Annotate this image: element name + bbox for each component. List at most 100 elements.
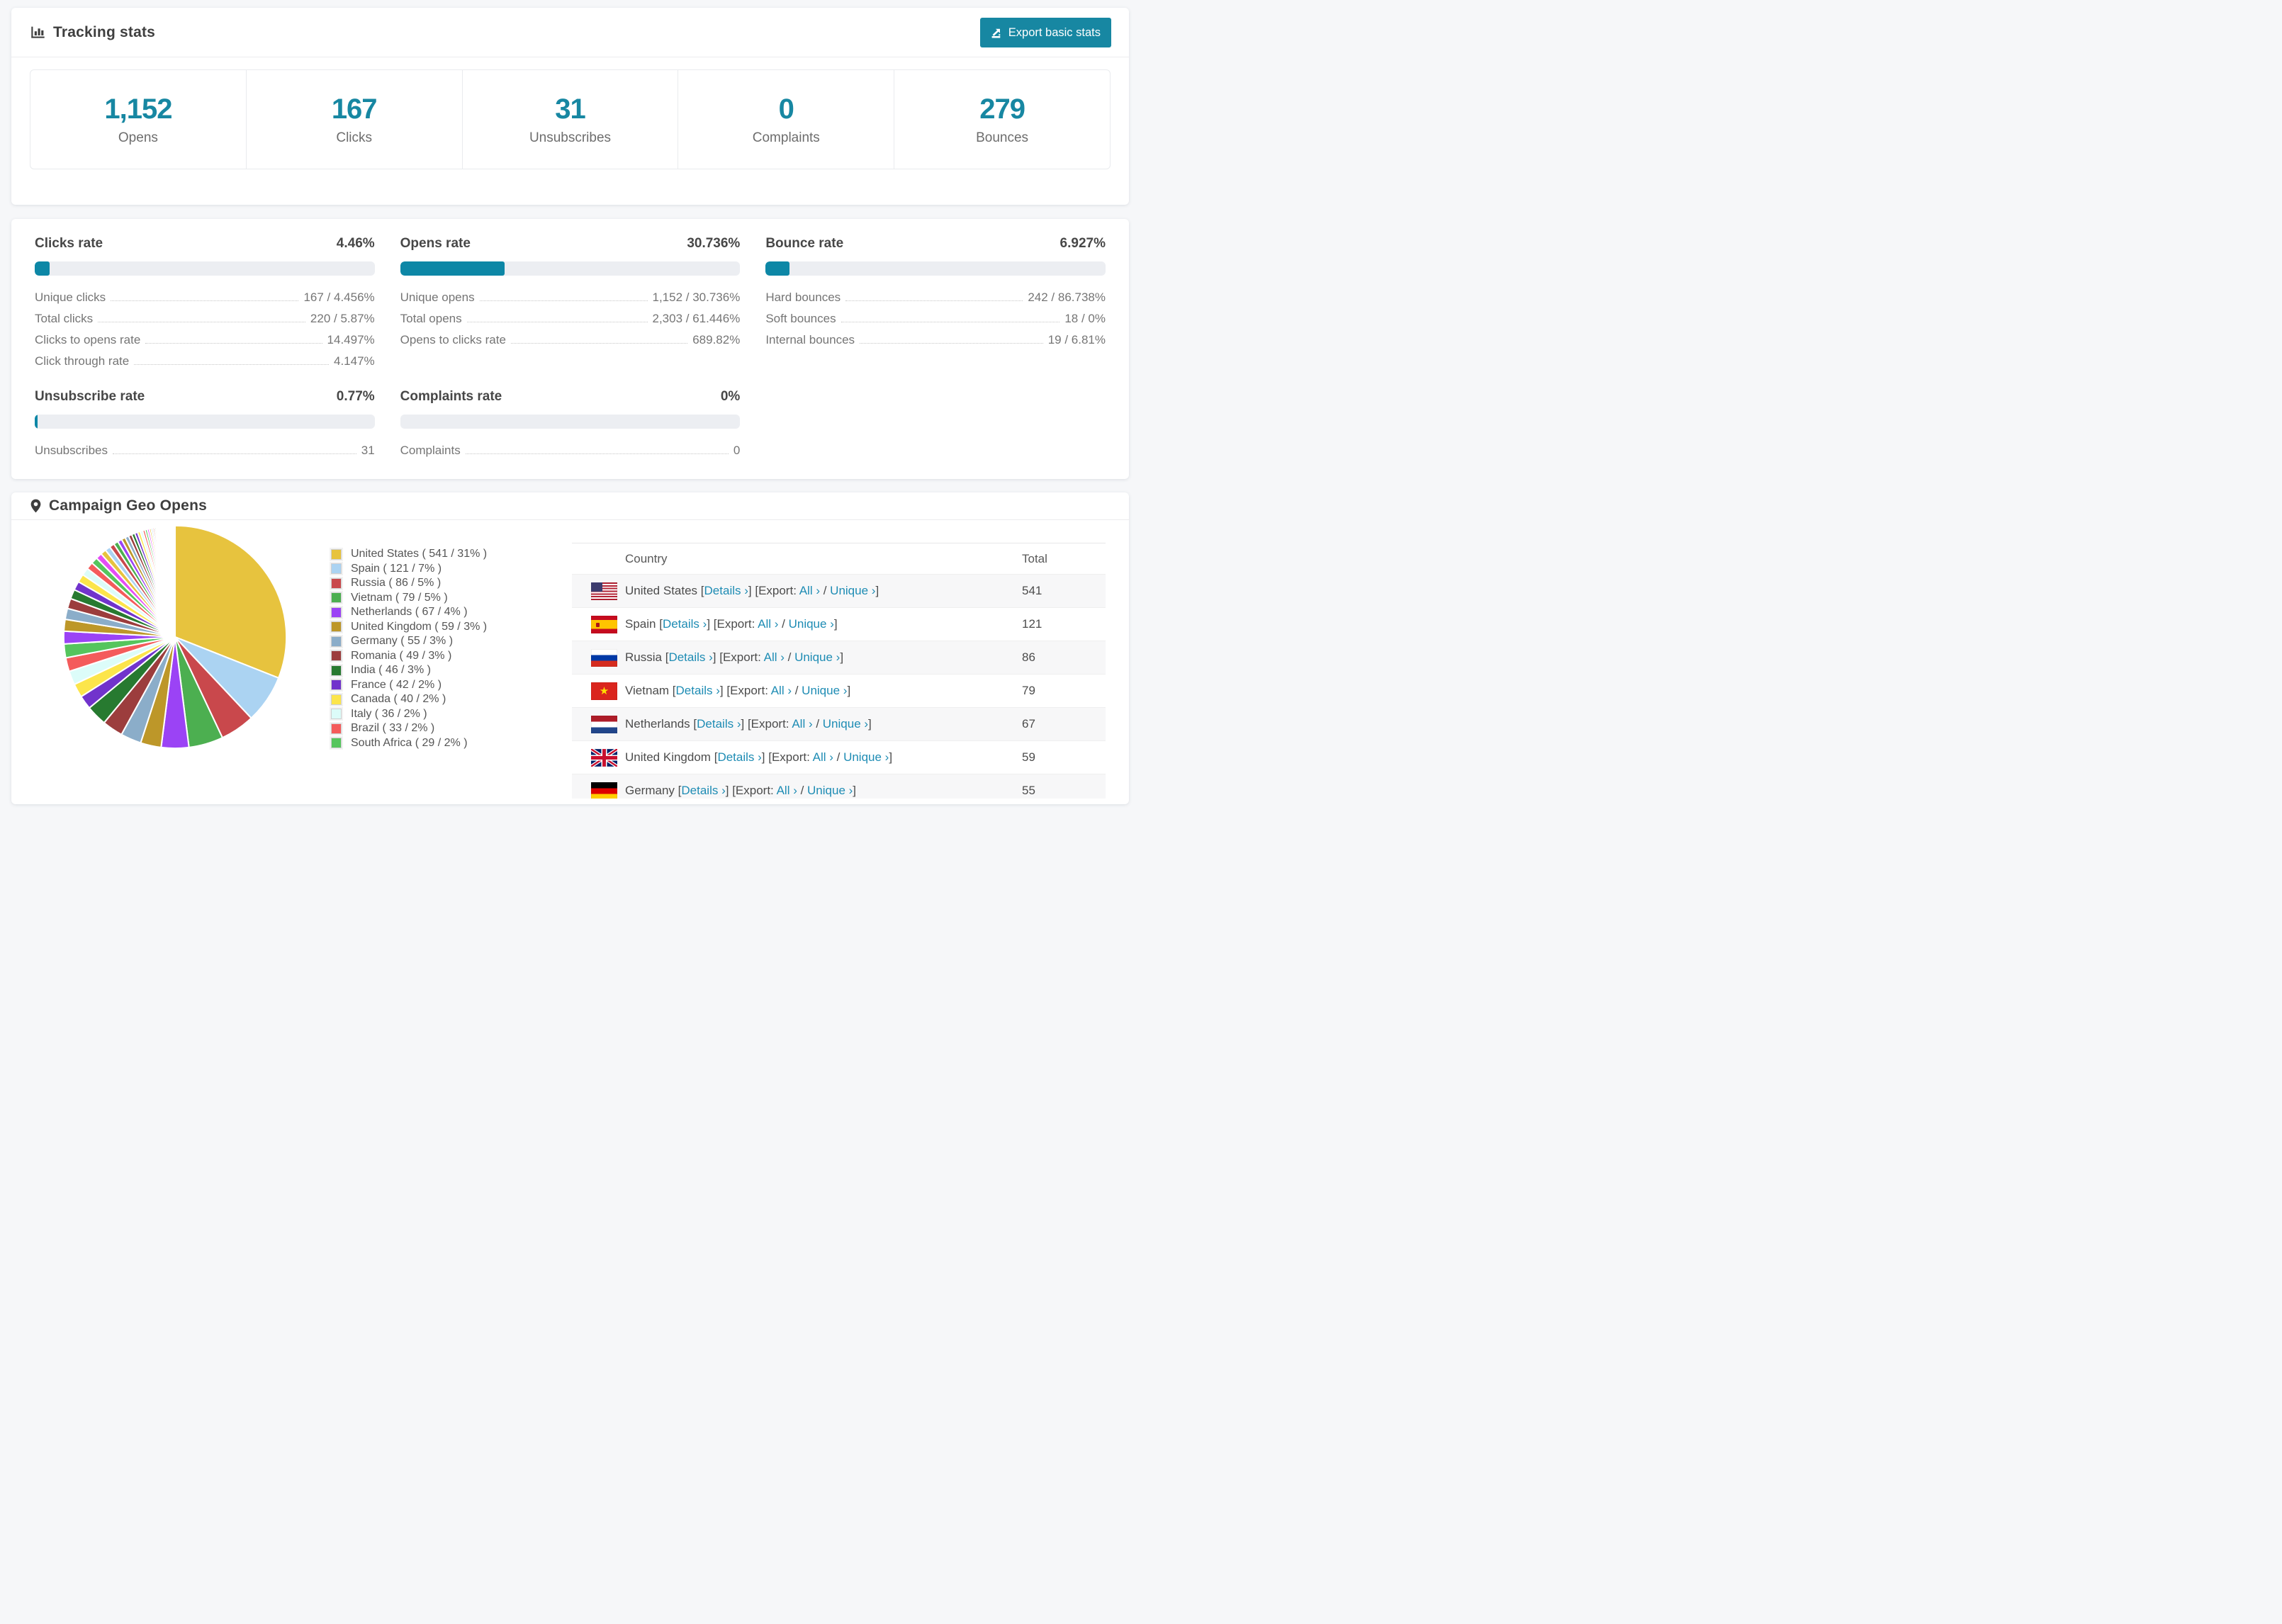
rate-progress-fill (35, 261, 50, 276)
rate-metric-value: 14.497% (327, 333, 375, 346)
summary-stat-value: 1,152 (104, 93, 172, 125)
rate-metric-label: Complaints (400, 444, 461, 457)
country-flag-icon: ★ (591, 682, 617, 700)
legend-item: Romania ( 49 / 3% ) (330, 649, 544, 664)
export-basic-stats-button[interactable]: Export basic stats (979, 18, 1111, 47)
rate-metric-row: Clicks to opens rate 14.497% (35, 333, 375, 346)
rate-metric-value: 167 / 4.456% (303, 291, 375, 304)
rate-metric-label: Clicks to opens rate (35, 333, 141, 346)
country-flag-icon (591, 748, 617, 767)
legend-swatch (330, 649, 343, 663)
legend-swatch (330, 634, 343, 648)
country-cell: Netherlands [Details ›] [Export: All › /… (625, 717, 872, 731)
rate-metric-label: Internal bounces (765, 333, 855, 346)
dotted-leader (113, 453, 356, 454)
export-all-link[interactable]: All › (792, 717, 812, 731)
legend-item: Brazil ( 33 / 2% ) (330, 721, 544, 736)
summary-stat-box: 0 Complaints (678, 69, 895, 169)
dotted-leader (860, 343, 1043, 344)
country-name: Netherlands (625, 717, 690, 731)
rate-metric-label: Unique opens (400, 291, 475, 304)
rate-metric-row: Complaints 0 (400, 444, 741, 457)
export-unique-link[interactable]: Unique › (830, 584, 875, 597)
country-total: 67 (1022, 717, 1035, 731)
details-link[interactable]: Details › (668, 650, 712, 664)
rate-metric-label: Unsubscribes (35, 444, 108, 457)
rate-progress-bar (35, 261, 375, 276)
legend-label: France ( 42 / 2% ) (351, 678, 442, 691)
details-link[interactable]: Details › (676, 684, 720, 697)
country-total: 79 (1022, 684, 1035, 697)
rate-section: Clicks rate 4.46% Unique clicks 167 / 4.… (35, 236, 375, 368)
legend-item: Germany ( 55 / 3% ) (330, 634, 544, 649)
tracking-stats-header: Tracking stats Export basic stats (11, 8, 1129, 57)
country-name: Spain (625, 617, 656, 631)
legend-swatch (330, 620, 343, 634)
rate-metric-row: Total opens 2,303 / 61.446% (400, 312, 741, 325)
rate-metric-row: Unsubscribes 31 (35, 444, 375, 457)
rate-progress-bar (35, 415, 375, 429)
legend-swatch (330, 576, 343, 590)
details-link[interactable]: Details › (681, 784, 725, 797)
export-all-link[interactable]: All › (771, 684, 792, 697)
legend-label: Spain ( 121 / 7% ) (351, 562, 442, 575)
export-unique-link[interactable]: Unique › (807, 784, 853, 797)
export-unique-link[interactable]: Unique › (802, 684, 847, 697)
export-unique-link[interactable]: Unique › (843, 750, 889, 764)
country-cell: Spain [Details ›] [Export: All › / Uniqu… (625, 617, 838, 631)
geo-table-row: ★ Vietnam [Details ›] [Export: All › / U… (572, 674, 1106, 707)
rate-title: Opens rate (400, 236, 471, 251)
legend-item: United States ( 541 / 31% ) (330, 547, 544, 562)
export-unique-link[interactable]: Unique › (794, 650, 840, 664)
details-link[interactable]: Details › (697, 717, 741, 731)
rate-metric-row: Opens to clicks rate 689.82% (400, 333, 741, 346)
rate-metric-label: Hard bounces (765, 291, 841, 304)
country-flag-icon (591, 715, 617, 733)
legend-item: Russia ( 86 / 5% ) (330, 576, 544, 591)
export-all-link[interactable]: All › (764, 650, 785, 664)
export-unique-link[interactable]: Unique › (789, 617, 834, 631)
legend-label: United Kingdom ( 59 / 3% ) (351, 620, 488, 633)
country-cell: Germany [Details ›] [Export: All › / Uni… (625, 784, 857, 797)
details-link[interactable]: Details › (663, 617, 707, 631)
summary-stat-label: Unsubscribes (529, 130, 612, 145)
rate-metric-row: Hard bounces 242 / 86.738% (765, 291, 1106, 304)
export-all-link[interactable]: All › (758, 617, 778, 631)
legend-swatch (330, 707, 343, 721)
legend-swatch (330, 663, 343, 677)
rate-progress-bar (400, 261, 741, 276)
country-name: Russia (625, 650, 662, 664)
dotted-leader (510, 343, 688, 344)
export-all-link[interactable]: All › (799, 584, 820, 597)
export-all-link[interactable]: All › (813, 750, 833, 764)
details-link[interactable]: Details › (717, 750, 761, 764)
rate-metric-value: 4.147% (333, 354, 375, 368)
tracking-stats-title: Tracking stats (53, 23, 156, 40)
legend-label: Russia ( 86 / 5% ) (351, 577, 442, 590)
export-all-link[interactable]: All › (777, 784, 797, 797)
dotted-leader (145, 343, 322, 344)
geo-table-row: United Kingdom [Details ›] [Export: All … (572, 740, 1106, 774)
rate-metric-value: 18 / 0% (1064, 312, 1106, 325)
dotted-leader (465, 453, 729, 454)
legend-swatch (330, 678, 343, 692)
dotted-leader (479, 300, 648, 301)
rate-metric-label: Total opens (400, 312, 462, 325)
legend-swatch (330, 736, 343, 750)
summary-stat-value: 0 (778, 93, 794, 125)
details-link[interactable]: Details › (704, 584, 748, 597)
rate-metric-value: 2,303 / 61.446% (652, 312, 741, 325)
rate-progress-bar (400, 415, 741, 429)
legend-item: Canada ( 40 / 2% ) (330, 692, 544, 707)
country-cell: United Kingdom [Details ›] [Export: All … (625, 750, 893, 764)
export-unique-link[interactable]: Unique › (823, 717, 868, 731)
geo-table-row: United States [Details ›] [Export: All ›… (572, 574, 1106, 607)
country-column-header: Country (625, 551, 668, 565)
rate-metric-value: 0 (733, 444, 741, 457)
geo-opens-card: Campaign Geo Opens United States ( 541 /… (11, 492, 1129, 804)
geo-pie-legend: United States ( 541 / 31% ) Spain ( 121 … (330, 520, 544, 750)
rate-metric-row: Internal bounces 19 / 6.81% (765, 333, 1106, 346)
bar-chart-icon (30, 25, 45, 40)
rate-metric-value: 19 / 6.81% (1047, 333, 1106, 346)
summary-stat-label: Bounces (976, 130, 1029, 145)
